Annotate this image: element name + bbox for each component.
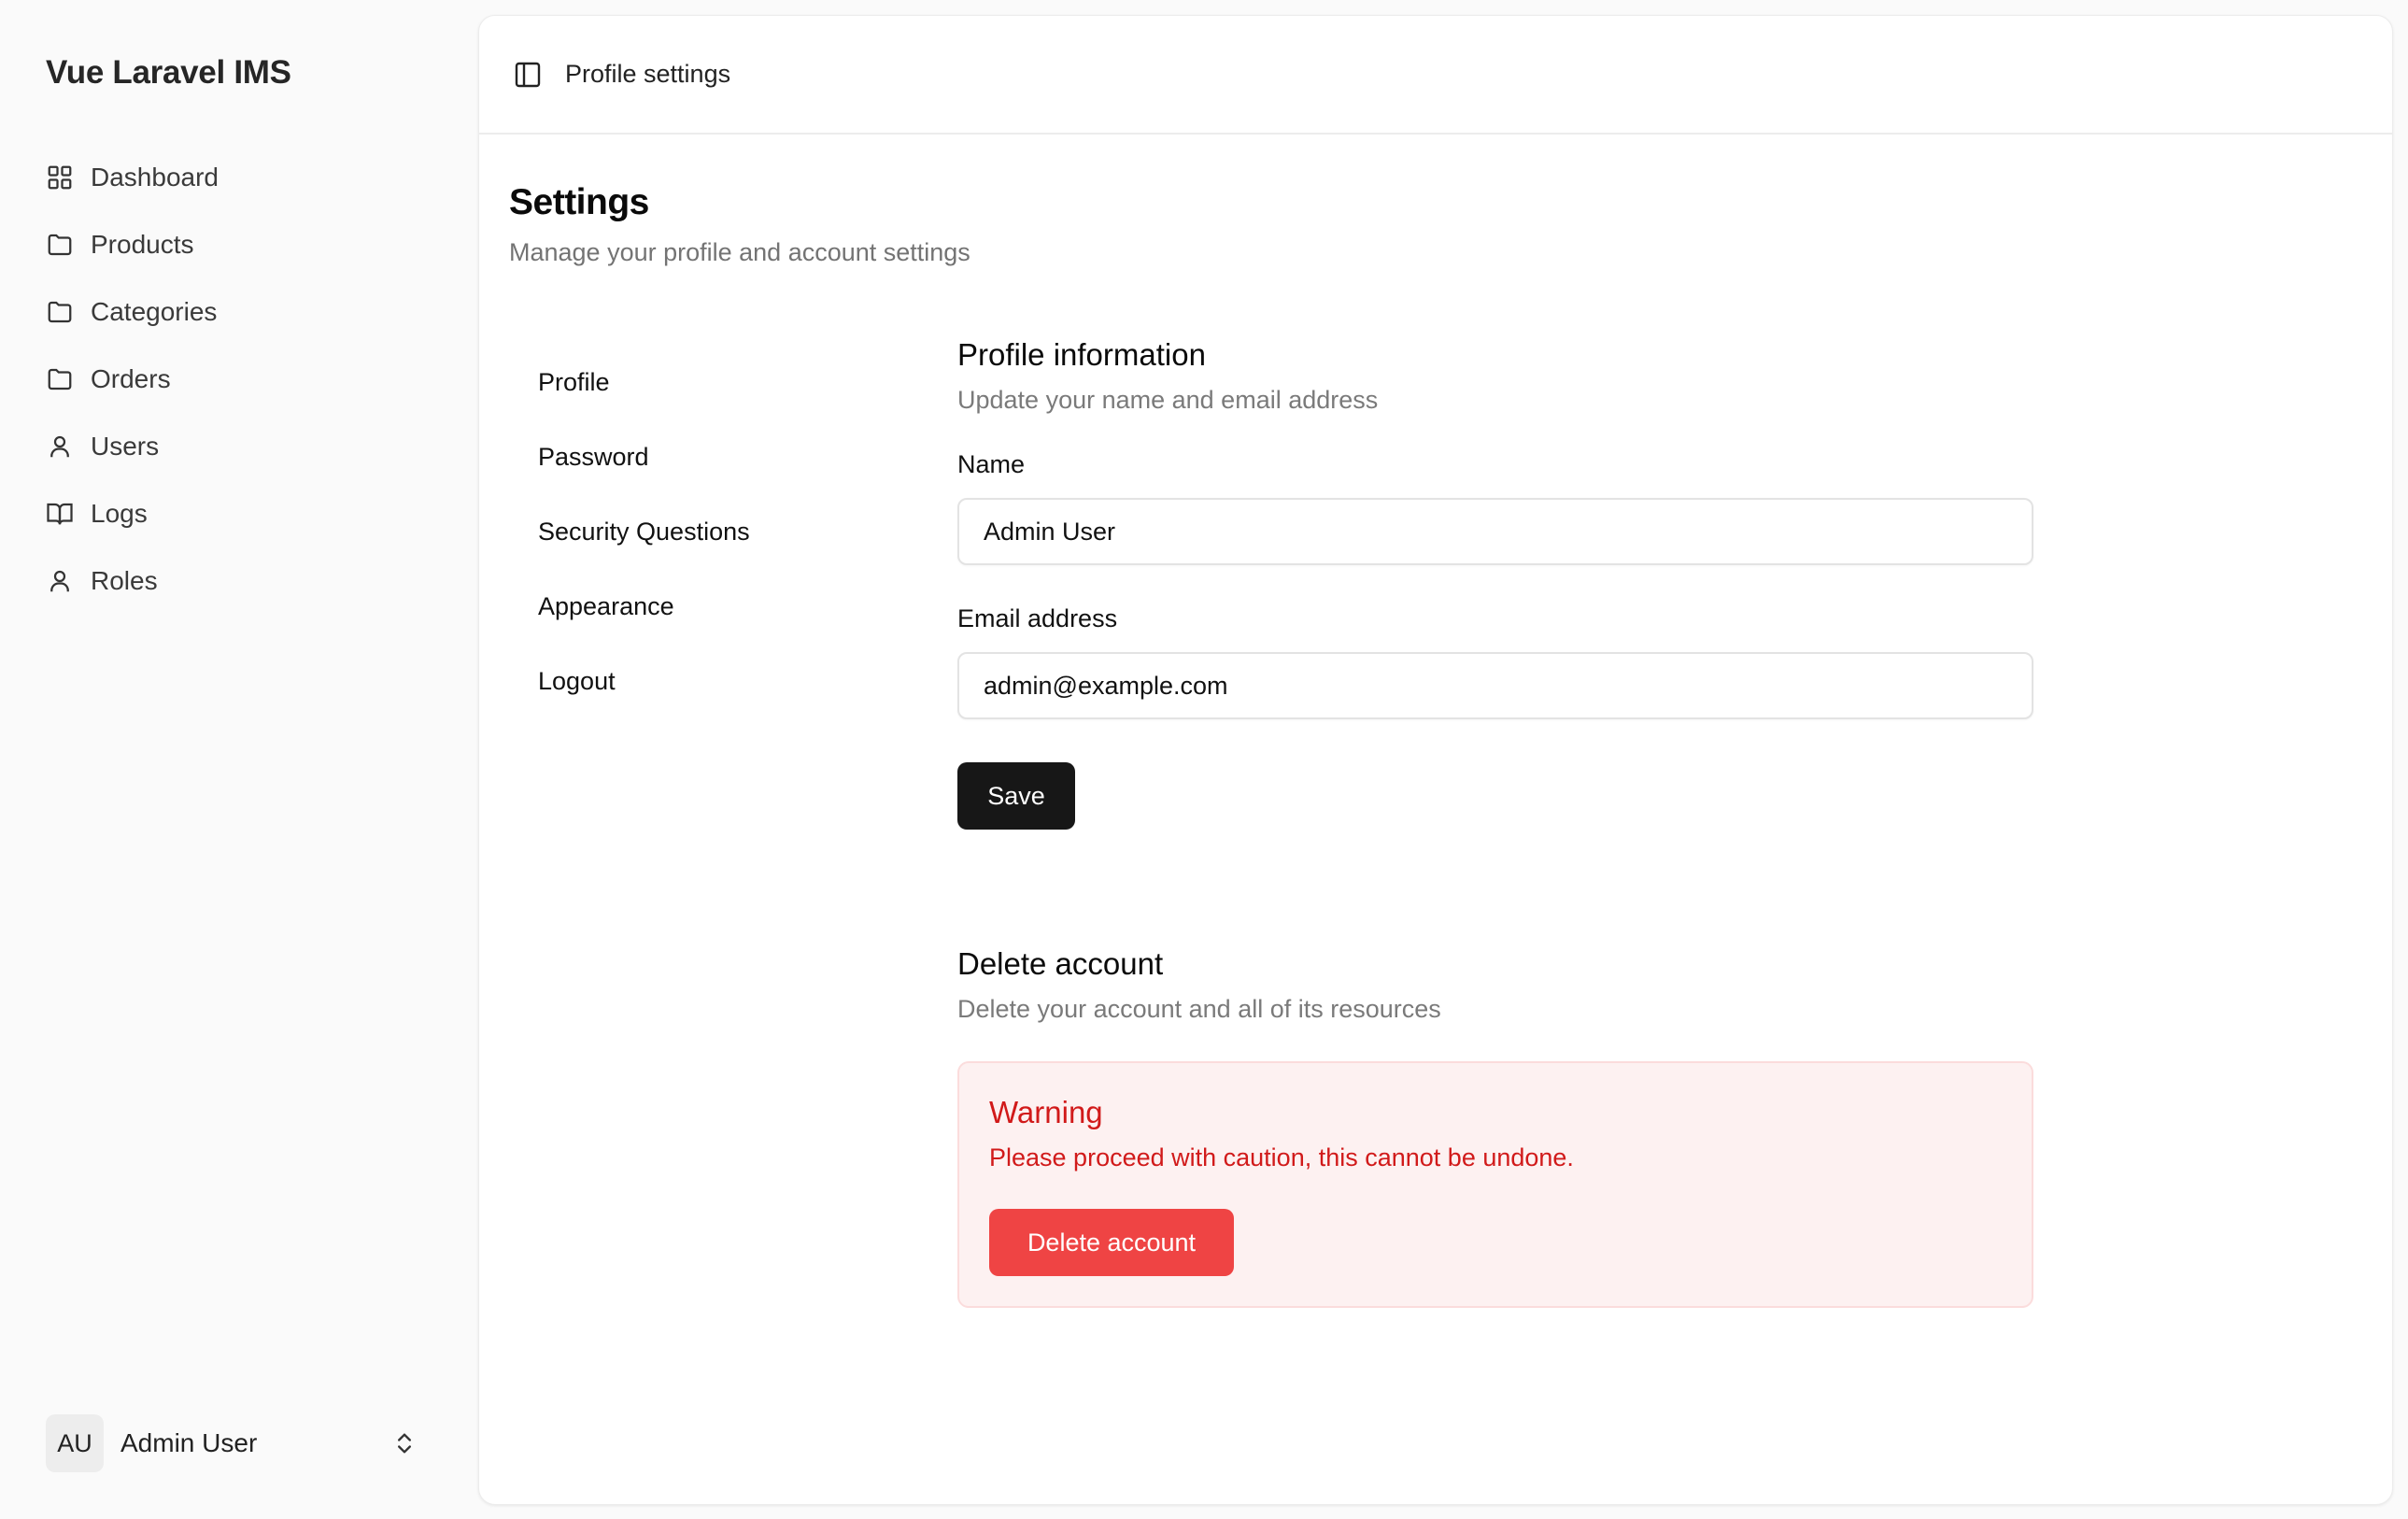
user-icon	[50, 570, 69, 592]
sidebar-item-label: Categories	[91, 297, 218, 326]
sidebar-item-categories[interactable]: Categories	[46, 278, 457, 346]
name-field[interactable]	[957, 498, 2033, 565]
topbar: Profile settings	[479, 16, 2392, 135]
settings-nav-appearance[interactable]: Appearance	[538, 569, 893, 644]
sidebar-item-label: Dashboard	[91, 163, 219, 192]
page-title: Settings	[509, 182, 649, 222]
name-label: Name	[957, 450, 1026, 478]
sidebar-item-dashboard[interactable]: Dashboard	[46, 144, 457, 211]
sidebar-item-roles[interactable]: Roles	[46, 547, 457, 615]
profile-section-description: Update your name and email address	[957, 386, 1379, 414]
breadcrumb[interactable]: Profile settings	[565, 60, 730, 89]
folder-icon	[48, 301, 72, 323]
user-name: Admin User	[120, 1428, 258, 1457]
sidebar-item-label: Orders	[91, 364, 171, 393]
user-menu-button[interactable]: AU Admin User	[46, 1413, 438, 1474]
settings-nav-security-questions[interactable]: Security Questions	[538, 494, 893, 569]
warning-title: Warning	[989, 1095, 1103, 1129]
sidebar-item-label: Logs	[91, 499, 148, 528]
chevrons-up-down-icon	[398, 1433, 411, 1454]
sidebar-item-logs[interactable]: Logs	[46, 480, 457, 547]
save-button[interactable]: Save	[957, 762, 1075, 830]
book-open-icon	[47, 503, 73, 525]
avatar: AU	[46, 1414, 104, 1472]
profile-section: Profile information Update your name and…	[957, 337, 2033, 830]
sidebar-item-label: Users	[91, 432, 160, 461]
app-title: Vue Laravel IMS	[46, 54, 291, 91]
profile-section-title: Profile information	[957, 337, 1206, 372]
settings-nav-logout[interactable]: Logout	[538, 644, 893, 718]
delete-section-title: Delete account	[957, 946, 1164, 981]
delete-section: Delete account Delete your account and a…	[957, 946, 2033, 1308]
page-subtitle: Manage your profile and account settings	[509, 238, 970, 266]
sidebar-toggle-icon[interactable]	[513, 60, 543, 90]
delete-account-button[interactable]: Delete account	[989, 1209, 1234, 1276]
sidebar-nav: Dashboard Products Categories Orders Use…	[46, 144, 457, 615]
folder-icon	[48, 234, 72, 256]
user-icon	[50, 435, 69, 458]
sidebar: Vue Laravel IMS Dashboard Products Categ…	[0, 0, 476, 1519]
settings-nav-profile[interactable]: Profile	[538, 345, 893, 419]
email-field[interactable]	[957, 652, 2033, 719]
sidebar-item-users[interactable]: Users	[46, 413, 457, 480]
sidebar-item-products[interactable]: Products	[46, 211, 457, 278]
delete-section-description: Delete your account and all of its resou…	[957, 995, 1441, 1023]
settings-nav-password[interactable]: Password	[538, 419, 893, 494]
settings-nav: Profile Password Security Questions Appe…	[538, 345, 893, 718]
sidebar-item-label: Roles	[91, 566, 158, 595]
sidebar-item-label: Products	[91, 230, 194, 259]
sidebar-item-orders[interactable]: Orders	[46, 346, 457, 413]
grid-icon	[48, 165, 72, 190]
email-label: Email address	[957, 604, 1118, 632]
main-panel: Profile settings Settings Manage your pr…	[478, 15, 2393, 1505]
warning-box: Warning Please proceed with caution, thi…	[957, 1061, 2033, 1308]
warning-text: Please proceed with caution, this cannot…	[989, 1143, 1574, 1171]
folder-icon	[48, 368, 72, 390]
